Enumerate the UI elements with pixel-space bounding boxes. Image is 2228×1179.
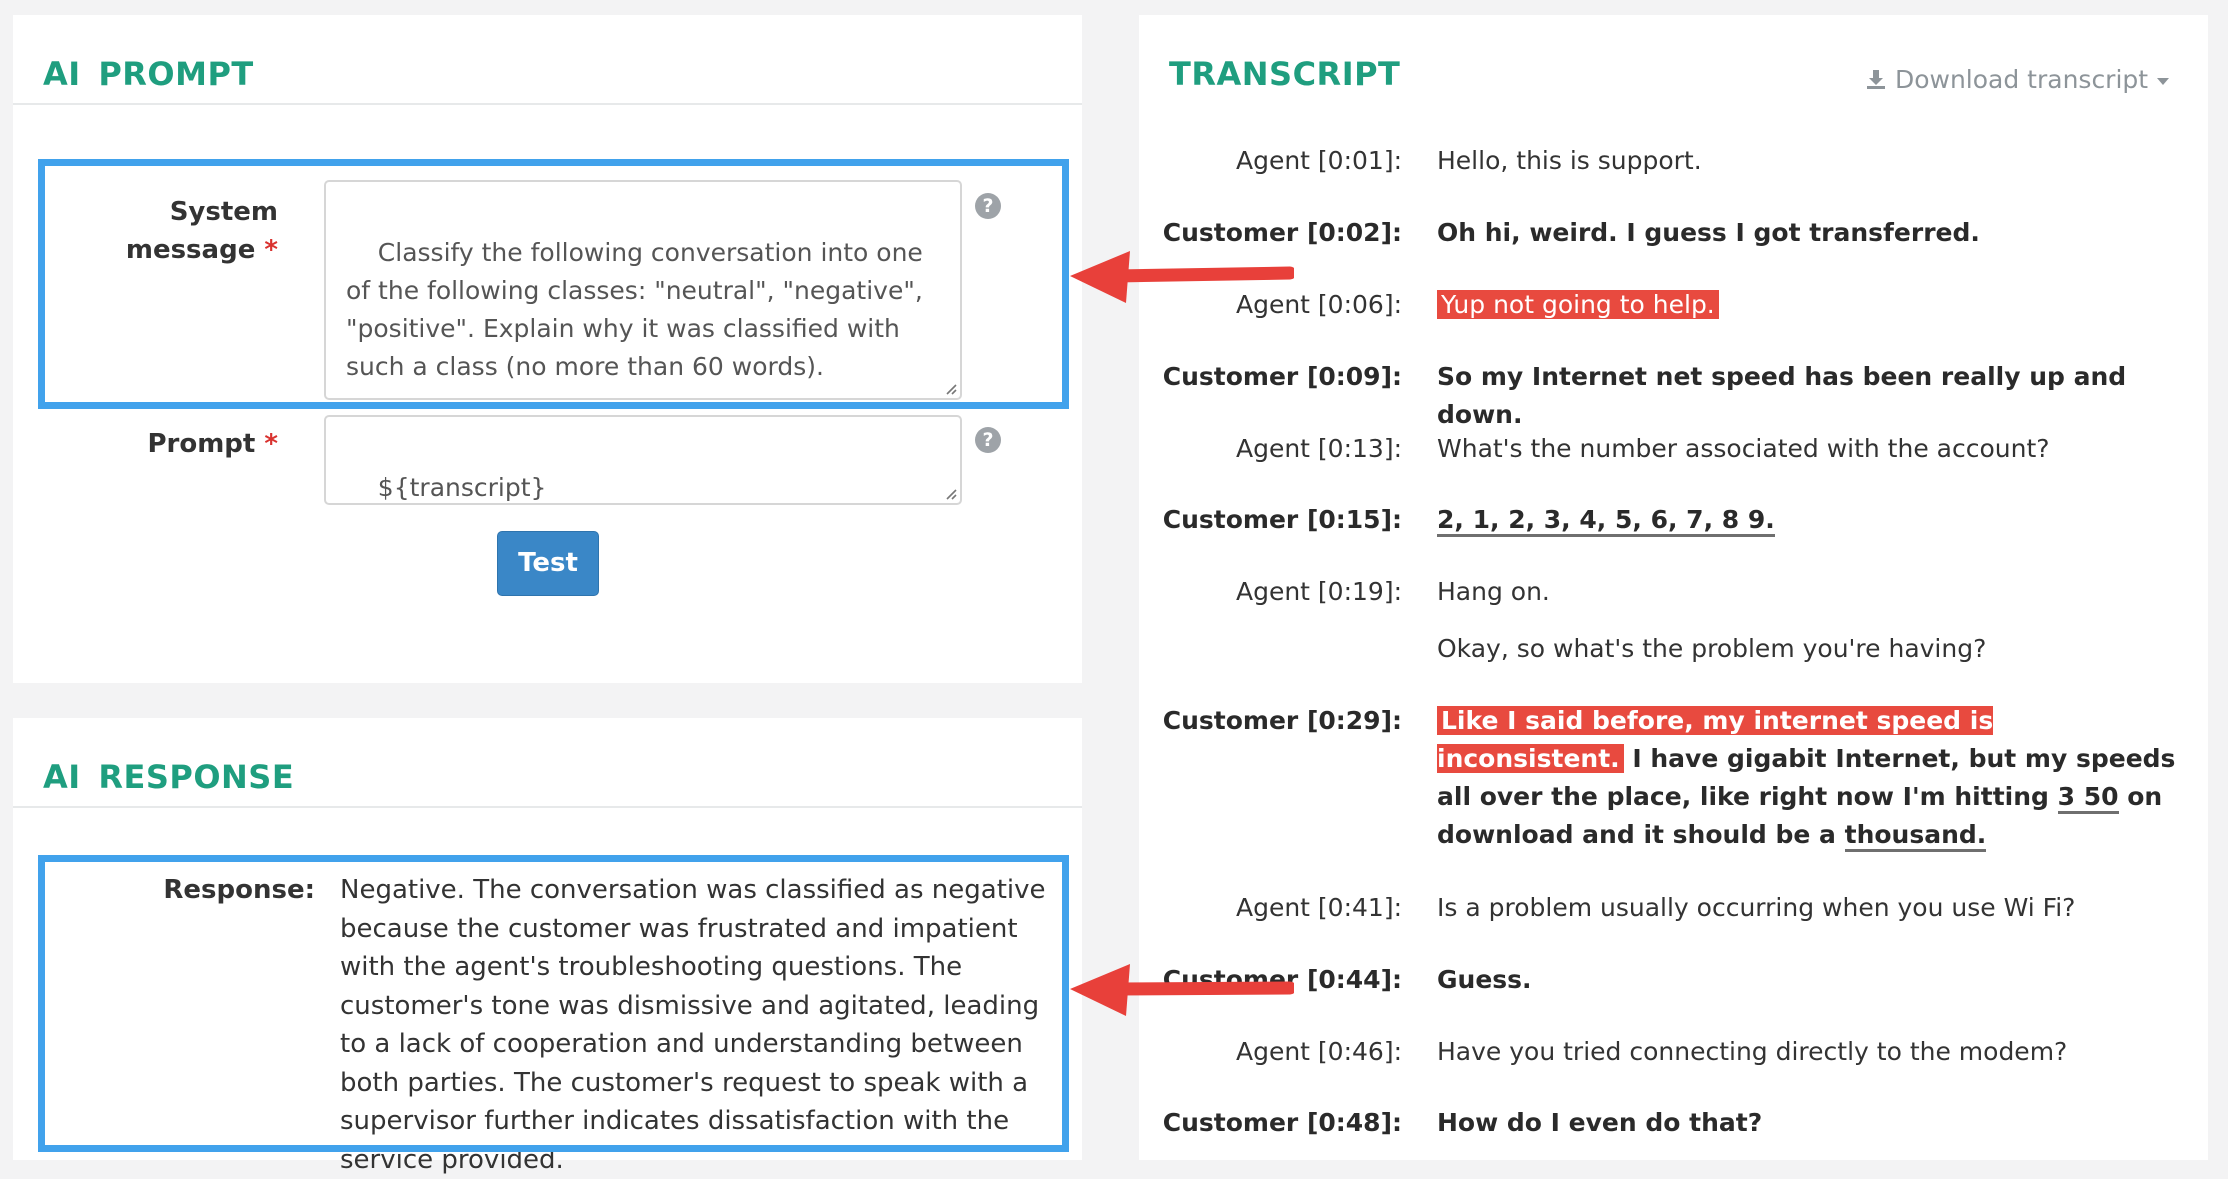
line-text: Guess. — [1437, 965, 1532, 994]
underlined-phrase: 2, 1, 2, 3, 4, 5, 6, 7, 8 9. — [1437, 505, 1775, 537]
line-text: Hang on. — [1437, 577, 1550, 606]
line-text: So my Internet net speed has been really… — [1437, 362, 2127, 429]
line-text: Have you tried connecting directly to th… — [1437, 1037, 2068, 1066]
highlighted-phrase: Yup not going to help. — [1437, 290, 1719, 319]
line-text: Hello, this is support. — [1437, 146, 1702, 175]
annotation-arrow-icon — [1070, 964, 1294, 1016]
line-text: Is a problem usually occurring when you … — [1437, 893, 2076, 922]
speaker-label: Agent [0:13]: — [1235, 434, 1402, 463]
speaker-label: Agent [0:19]: — [1235, 577, 1402, 606]
underlined-phrase: 3 50 — [2057, 782, 2119, 814]
speaker-label: Agent [0:01]: — [1235, 146, 1402, 175]
speaker-label: Customer [0:48]: — [1162, 1108, 1402, 1137]
speaker-label: Customer [0:09]: — [1162, 362, 1402, 391]
line-text: What's the number associated with the ac… — [1437, 434, 2050, 463]
speaker-label: Customer [0:29]: — [1162, 706, 1402, 735]
line-text: Okay, so what's the problem you're havin… — [1437, 634, 1987, 663]
line-text: Like I said before, my internet speed is… — [1437, 702, 2177, 854]
line-text: How do I even do that? — [1437, 1108, 1763, 1137]
underlined-phrase: thousand. — [1844, 820, 1987, 852]
line-text: Oh hi, weird. I guess I got transferred. — [1437, 218, 1980, 247]
line-text: Yup not going to help. — [1437, 286, 2177, 324]
annotation-arrow-icon — [1070, 251, 1294, 303]
line-text: 2, 1, 2, 3, 4, 5, 6, 7, 8 9. — [1437, 501, 2177, 539]
speaker-label: Agent [0:46]: — [1235, 1037, 1402, 1066]
speaker-label: Customer [0:15]: — [1162, 505, 1402, 534]
speaker-label: Agent [0:41]: — [1235, 893, 1402, 922]
